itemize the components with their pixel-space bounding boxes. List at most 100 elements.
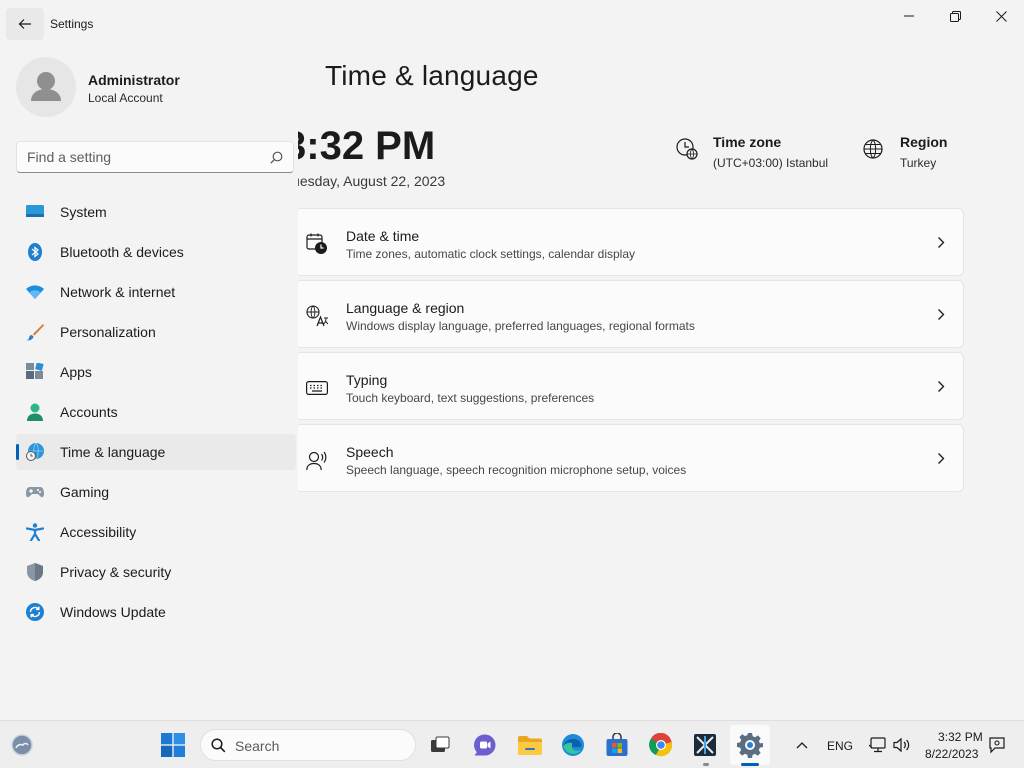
minimize-button[interactable] — [886, 0, 932, 32]
settings-search — [16, 141, 294, 173]
calendar-clock-icon — [306, 233, 327, 254]
timezone-title: Time zone — [713, 134, 782, 150]
sidebar-item-apps[interactable]: Apps — [16, 354, 296, 390]
card-subtitle: Touch keyboard, text suggestions, prefer… — [346, 391, 595, 405]
file-explorer-button[interactable] — [516, 731, 544, 759]
card-date-time[interactable]: Date & time Time zones, automatic clock … — [298, 208, 964, 276]
sidebar-item-label: Time & language — [60, 444, 166, 460]
sidebar-item-privacy[interactable]: Privacy & security — [16, 554, 296, 590]
sidebar-item-accessibility[interactable]: Accessibility — [16, 514, 296, 550]
back-button[interactable] — [6, 8, 44, 40]
taskbar-clock-time[interactable]: 3:32 PM — [938, 730, 983, 744]
search-icon — [211, 738, 226, 753]
chevron-up-icon — [796, 742, 808, 749]
search-input[interactable] — [27, 148, 267, 166]
user-name: Administrator — [88, 72, 180, 88]
title-bar: Settings — [0, 0, 1024, 48]
close-icon — [995, 10, 1007, 22]
store-icon — [606, 733, 628, 756]
chrome-button[interactable] — [647, 731, 675, 759]
input-language[interactable]: ENG — [827, 739, 853, 753]
task-view-icon — [431, 736, 450, 752]
keyboard-icon — [306, 380, 328, 396]
current-date: Tuesday, August 22, 2023 — [298, 173, 446, 189]
taskbar-clock-date[interactable]: 8/22/2023 — [925, 747, 978, 761]
sidebar-item-label: System — [60, 204, 107, 220]
close-button[interactable] — [978, 0, 1024, 32]
running-indicator — [703, 763, 709, 766]
widgets-button[interactable] — [8, 731, 36, 759]
chat-button[interactable] — [471, 731, 499, 759]
card-subtitle: Speech language, speech recognition micr… — [346, 463, 687, 477]
sidebar-item-system[interactable]: System — [16, 194, 296, 230]
card-subtitle: Time zones, automatic clock settings, ca… — [346, 247, 636, 261]
sidebar-item-label: Windows Update — [60, 604, 166, 620]
sidebar-item-bluetooth[interactable]: Bluetooth & devices — [16, 234, 296, 270]
wifi-icon — [26, 285, 44, 299]
card-subtitle: Windows display language, preferred lang… — [346, 319, 695, 333]
chat-icon — [474, 734, 496, 756]
accessibility-icon — [26, 523, 44, 541]
card-language-region[interactable]: Language & region Windows display langua… — [298, 280, 964, 348]
taskbar-search[interactable]: Search — [200, 729, 416, 761]
sidebar-item-label: Apps — [60, 364, 92, 380]
sidebar-item-label: Network & internet — [60, 284, 176, 300]
start-button[interactable] — [159, 731, 187, 759]
network-icon — [869, 737, 886, 753]
chevron-right-icon — [938, 381, 945, 392]
monitor-icon — [26, 205, 44, 217]
globe-icon — [863, 139, 883, 159]
region-value: Turkey — [900, 156, 937, 170]
notification-settings-icon — [989, 737, 1005, 754]
paintbrush-icon — [26, 324, 44, 341]
timezone-value: (UTC+03:00) Istanbul — [713, 156, 829, 170]
sidebar-item-accounts[interactable]: Accounts — [16, 394, 296, 430]
back-arrow-icon — [18, 19, 31, 29]
restore-icon — [949, 10, 961, 22]
gear-icon — [737, 733, 763, 758]
edge-button[interactable] — [559, 731, 587, 759]
store-button[interactable] — [603, 731, 631, 759]
card-title: Typing — [346, 372, 388, 388]
current-time: 3:32 PM — [298, 124, 436, 168]
sidebar-item-gaming[interactable]: Gaming — [16, 474, 296, 510]
sidebar-item-personalization[interactable]: Personalization — [16, 314, 296, 350]
shield-icon — [27, 563, 43, 581]
sidebar-item-label: Personalization — [60, 324, 156, 340]
code-editor-button[interactable] — [691, 731, 719, 759]
card-speech[interactable]: Speech Speech language, speech recogniti… — [298, 424, 964, 492]
card-typing[interactable]: Typing Touch keyboard, text suggestions,… — [298, 352, 964, 420]
app-title: Settings — [50, 17, 94, 31]
show-hidden-icons-button[interactable] — [788, 731, 816, 759]
bluetooth-icon — [28, 243, 42, 261]
chevron-right-icon — [938, 453, 945, 464]
speech-icon — [306, 451, 327, 471]
volume-tray-button[interactable] — [888, 731, 916, 759]
sidebar-item-label: Accounts — [60, 404, 118, 420]
weather-icon — [11, 734, 33, 756]
card-title: Language & region — [346, 300, 465, 316]
page-title: Time & language — [325, 60, 539, 91]
update-icon — [26, 603, 44, 621]
gamepad-icon — [26, 487, 44, 498]
globe-clock-icon — [26, 443, 44, 461]
user-icon — [31, 72, 61, 101]
task-view-button[interactable] — [426, 731, 454, 759]
chevron-right-icon — [938, 309, 945, 320]
card-title: Speech — [346, 444, 394, 460]
sidebar-item-label: Bluetooth & devices — [60, 244, 184, 260]
minimize-icon — [904, 15, 914, 17]
folder-icon — [518, 736, 542, 755]
settings-app-icon-wrap — [736, 731, 764, 759]
restore-button[interactable] — [932, 0, 978, 32]
search-icon[interactable] — [270, 151, 283, 164]
language-icon — [306, 305, 328, 327]
windows-logo-icon — [161, 733, 185, 757]
sidebar-item-time-language[interactable]: Time & language — [16, 434, 296, 470]
sidebar-item-network[interactable]: Network & internet — [16, 274, 296, 310]
sidebar-item-windows-update[interactable]: Windows Update — [16, 594, 296, 630]
taskbar-search-label: Search — [235, 738, 280, 754]
chevron-right-icon — [938, 237, 945, 248]
avatar[interactable] — [16, 57, 76, 117]
notifications-button[interactable] — [983, 731, 1011, 759]
